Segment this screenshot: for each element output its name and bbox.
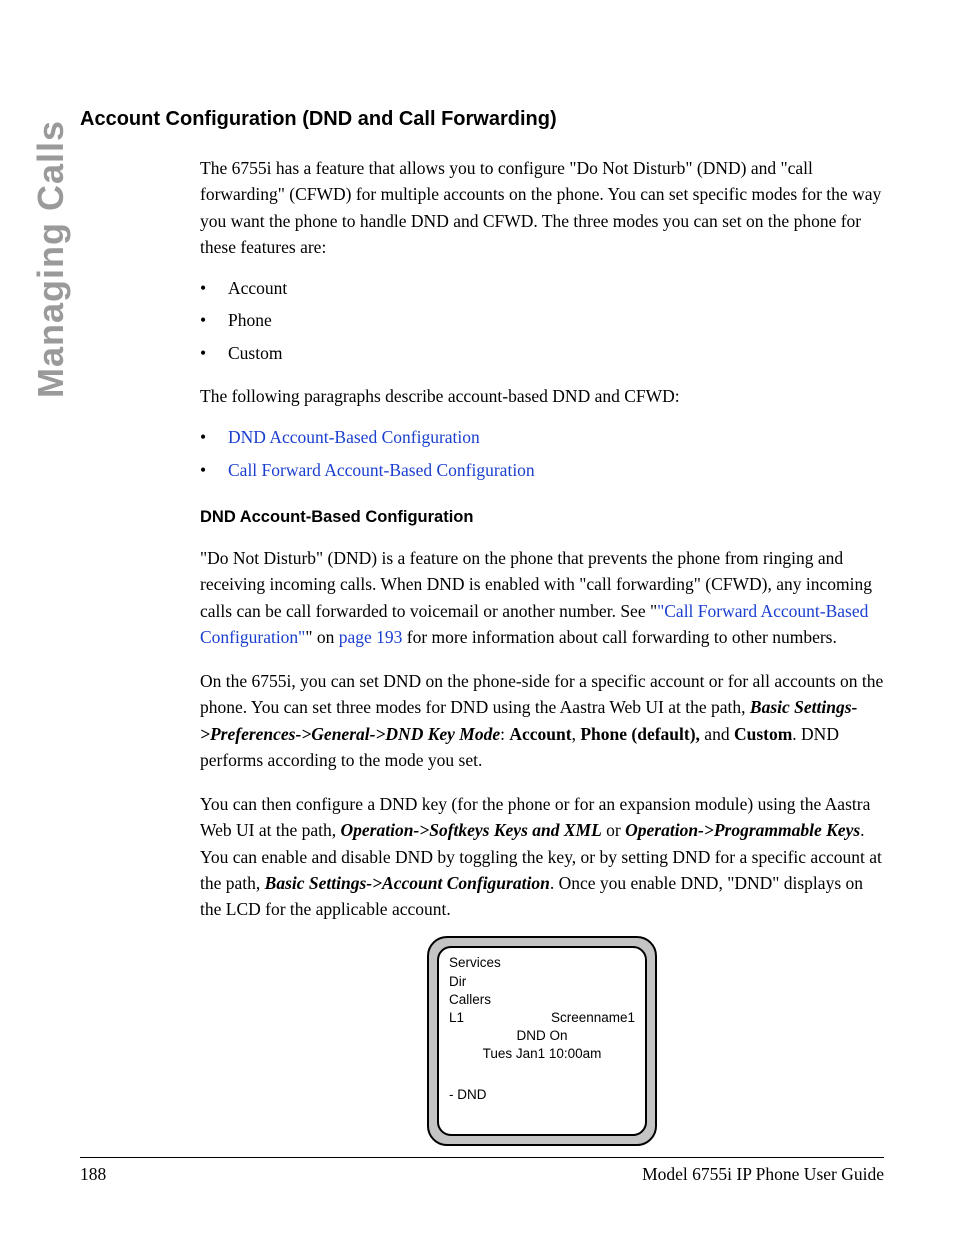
intro-paragraph: The 6755i has a feature that allows you … bbox=[200, 155, 884, 260]
list-item: Phone bbox=[200, 304, 884, 336]
section-subheading: DND Account-Based Configuration bbox=[200, 508, 884, 527]
guide-title: Model 6755i IP Phone User Guide bbox=[642, 1164, 884, 1185]
option: Phone (default), bbox=[580, 724, 700, 744]
list-item: Custom bbox=[200, 337, 884, 369]
lcd-line: Callers bbox=[449, 991, 635, 1009]
list-item: Account bbox=[200, 272, 884, 304]
paragraph: "Do Not Disturb" (DND) is a feature on t… bbox=[200, 545, 884, 650]
lcd-line: L1 Screenname1 bbox=[449, 1009, 635, 1027]
page-link[interactable]: page 193 bbox=[339, 627, 403, 647]
lcd-bezel: Services Dir Callers L1 Screenname1 DND … bbox=[427, 936, 657, 1146]
modes-list: Account Phone Custom bbox=[200, 272, 884, 369]
option: Custom bbox=[734, 724, 792, 744]
page-number: 188 bbox=[80, 1164, 106, 1185]
text: or bbox=[602, 820, 625, 840]
list-item: DND Account-Based Configuration bbox=[200, 421, 884, 453]
lcd-line: DND On bbox=[449, 1027, 635, 1045]
page-heading: Account Configuration (DND and Call Forw… bbox=[80, 108, 884, 131]
lcd-line-right: Screenname1 bbox=[551, 1009, 635, 1027]
lcd-line-left: L1 bbox=[449, 1009, 464, 1027]
paragraph: You can then configure a DND key (for th… bbox=[200, 791, 884, 922]
ui-path: Operation->Programmable Keys bbox=[625, 820, 860, 840]
paragraph: On the 6755i, you can set DND on the pho… bbox=[200, 668, 884, 773]
ui-path: Basic Settings->Account Configuration bbox=[265, 873, 550, 893]
list-item: Call Forward Account-Based Configuration bbox=[200, 454, 884, 486]
page-footer: 188 Model 6755i IP Phone User Guide bbox=[80, 1157, 884, 1185]
side-section-label: Managing Calls bbox=[33, 108, 69, 398]
text: " on bbox=[305, 627, 338, 647]
links-list: DND Account-Based Configuration Call For… bbox=[200, 421, 884, 486]
xref-link[interactable]: DND Account-Based Configuration bbox=[228, 427, 480, 447]
text: and bbox=[700, 724, 734, 744]
text: : bbox=[500, 724, 509, 744]
lcd-line: - DND bbox=[449, 1086, 635, 1104]
option: Account bbox=[509, 724, 571, 744]
xref-link[interactable]: Call Forward Account-Based Configuration bbox=[228, 460, 535, 480]
lcd-screen: Services Dir Callers L1 Screenname1 DND … bbox=[437, 946, 647, 1136]
text: for more information about call forwardi… bbox=[402, 627, 836, 647]
lcd-line: Services bbox=[449, 954, 635, 972]
lcd-line: Tues Jan1 10:00am bbox=[449, 1045, 635, 1063]
lcd-line: Dir bbox=[449, 973, 635, 991]
paragraph: The following paragraphs describe accoun… bbox=[200, 383, 884, 409]
ui-path: Operation->Softkeys Keys and XML bbox=[341, 820, 602, 840]
